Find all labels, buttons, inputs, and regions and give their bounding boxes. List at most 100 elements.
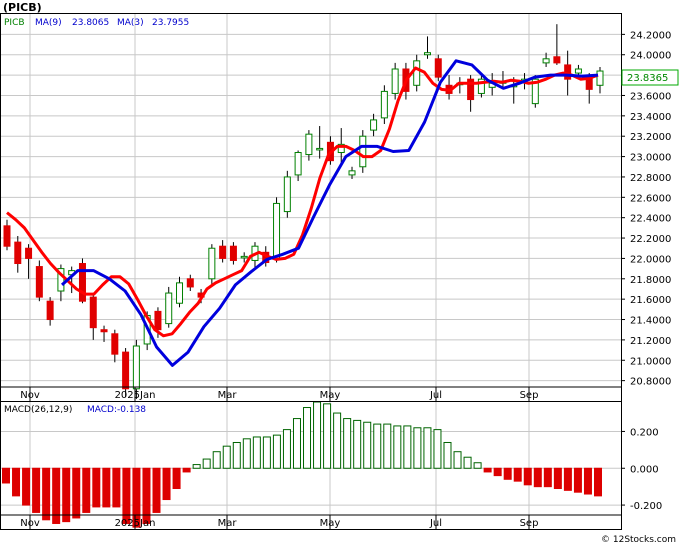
macd-bar-positive [313, 401, 322, 469]
macd-bar-negative [42, 467, 51, 521]
macd-x-tick-label: Mar [218, 518, 238, 529]
macd-bar-negative [523, 467, 532, 486]
price-y-tick-label: 23.6000 [630, 91, 671, 102]
legend-ma9-label: MA(9) [35, 18, 62, 28]
macd-bar-positive [202, 458, 211, 469]
macd-bar-positive [413, 427, 422, 469]
price-x-tick-label: Mar [218, 390, 238, 401]
macd-bar-negative [583, 467, 592, 495]
price-x-tick-label: 2025Jan [115, 390, 156, 401]
macd-bar-positive [232, 441, 241, 469]
candle-down [122, 351, 130, 390]
macd-bar-negative [32, 467, 41, 513]
macd-bar-negative [182, 467, 191, 473]
macd-bar-negative [493, 467, 502, 477]
price-y-tick-label: 21.4000 [630, 316, 671, 327]
price-y-tick-label: 22.8000 [630, 173, 671, 184]
candle-up [240, 255, 248, 259]
macd-bar-negative [82, 467, 91, 513]
macd-bar-positive [303, 407, 312, 469]
macd-bar-negative [92, 467, 101, 508]
macd-bar-positive [222, 445, 231, 469]
macd-bar-positive [242, 438, 251, 469]
macd-bar-positive [373, 423, 382, 469]
stock-chart: 24.200024.000023.800023.600023.400023.20… [0, 0, 680, 546]
candle-up [176, 282, 184, 304]
price-y-tick-label: 22.0000 [630, 254, 671, 265]
price-x-tick-label: Nov [20, 390, 40, 401]
price-x-tick-label: May [320, 390, 341, 401]
candle-up [574, 68, 582, 74]
candle-up [423, 52, 431, 56]
macd-bar-positive [343, 418, 352, 469]
candle-up [283, 176, 291, 213]
macd-bar-positive [473, 462, 482, 469]
macd-bar-positive [333, 412, 342, 469]
price-y-tick-label: 23.2000 [630, 132, 671, 143]
chart-stage: 24.200024.000023.800023.600023.400023.20… [0, 0, 680, 546]
macd-y-tick-label: 0.000 [630, 464, 659, 475]
price-x-tick-label: Jul [429, 390, 442, 401]
macd-bar-positive [212, 451, 221, 469]
last-price-label: 23.8365 [627, 73, 668, 84]
last-price-marker: 23.8365 [621, 69, 679, 86]
macd-x-tick-label: Nov [20, 518, 40, 529]
macd-x-tick-label: Sep [520, 518, 539, 529]
candle-down [35, 266, 43, 298]
watermark: © 12Stocks.com [601, 535, 676, 545]
price-y-tick-label: 24.0000 [630, 51, 671, 62]
legend-ma9-value: 23.8065 [72, 18, 109, 28]
macd-bar-positive [423, 427, 432, 469]
macd-bar-positive [252, 436, 261, 469]
macd-bar-positive [323, 403, 332, 469]
macd-bar-negative [513, 467, 522, 482]
macd-bar-positive [453, 451, 462, 469]
macd-bar-negative [22, 467, 31, 506]
candle-down [219, 245, 227, 259]
macd-bar-positive [292, 418, 301, 469]
candle-up [348, 170, 356, 176]
candle-down [229, 245, 237, 261]
candle-down [46, 300, 54, 321]
price-y-tick-label: 21.8000 [630, 275, 671, 286]
macd-bar-positive [282, 429, 291, 469]
macd-bar-negative [483, 467, 492, 473]
macd-bar-negative [553, 467, 562, 490]
macd-bar-positive [353, 419, 362, 469]
price-x-tick-label: Sep [520, 390, 539, 401]
price-y-tick-label: 22.6000 [630, 193, 671, 204]
candle-down [154, 310, 162, 331]
macd-bar-positive [383, 423, 392, 469]
price-y-tick-label: 20.8000 [630, 377, 671, 388]
macd-bar-negative [533, 467, 542, 488]
price-y-tick-label: 23.4000 [630, 112, 671, 123]
candle-up [132, 345, 140, 390]
candle-up [542, 58, 550, 64]
candle-up [316, 147, 324, 151]
candle-up [370, 119, 378, 131]
macd-bar-positive [393, 425, 402, 469]
macd-bar-positive [363, 421, 372, 469]
macd-bar-negative [2, 467, 10, 484]
candle-down [14, 241, 22, 265]
candle-up [305, 133, 313, 156]
chart-title: (PICB) [3, 1, 42, 14]
macd-value-label: MACD:-0.138 [87, 405, 146, 415]
price-y-tick-label: 21.6000 [630, 295, 671, 306]
macd-bar-negative [152, 467, 161, 513]
macd-bar-negative [543, 467, 552, 488]
price-y-tick-label: 22.4000 [630, 214, 671, 225]
macd-bar-positive [463, 456, 472, 469]
macd-bar-positive [192, 464, 201, 469]
macd-bar-positive [403, 425, 412, 469]
legend-ma3-label: MA(3) [117, 18, 144, 28]
candle-up [413, 60, 421, 86]
price-y-tick-label: 21.0000 [630, 356, 671, 367]
macd-bar-negative [162, 467, 171, 501]
macd-bar-negative [102, 467, 111, 508]
price-y-tick-label: 22.2000 [630, 234, 671, 245]
macd-bar-positive [443, 441, 452, 469]
macd-bar-negative [62, 467, 71, 523]
candle-up [380, 90, 388, 119]
macd-label: MACD(26,12,9) [4, 405, 72, 415]
